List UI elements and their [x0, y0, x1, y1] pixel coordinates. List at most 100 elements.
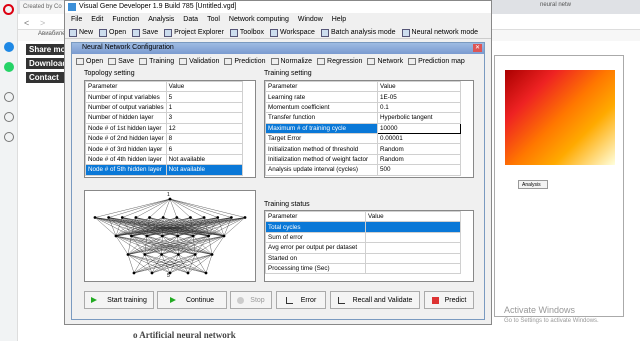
network-node: [175, 216, 179, 219]
topology-param: Node # of 4th hidden layer: [85, 153, 167, 166]
network-node: [160, 234, 164, 238]
status-param: Started on: [265, 252, 366, 264]
training-value[interactable]: 0.00001: [377, 132, 461, 145]
status-header-value: Value: [365, 210, 461, 223]
training-value[interactable]: 10000: [377, 122, 461, 134]
batch-analysis-button[interactable]: Batch analysis mode: [320, 27, 396, 38]
menu-window[interactable]: Window: [298, 16, 323, 23]
topology-value[interactable]: 12: [165, 122, 244, 134]
topology-grid[interactable]: Parameter Value Number of input variables…: [84, 80, 256, 178]
network-node: [189, 216, 192, 219]
network-node: [150, 271, 154, 275]
open-button[interactable]: Open: [99, 27, 126, 38]
predict-button[interactable]: Predict: [424, 291, 474, 309]
continue-button[interactable]: Continue: [157, 291, 227, 309]
heatmap-image: [505, 70, 615, 165]
save-button[interactable]: Save: [132, 27, 158, 38]
menu-file[interactable]: File: [71, 16, 82, 23]
training-value[interactable]: 500: [377, 164, 461, 176]
menu-tool[interactable]: Tool: [207, 16, 220, 23]
workspace-button[interactable]: Workspace: [270, 27, 315, 38]
network-node: [191, 234, 195, 238]
status-value: [365, 242, 461, 254]
network-node: [114, 234, 118, 238]
menu-edit[interactable]: Edit: [91, 16, 103, 23]
forward-arrow-icon[interactable]: >: [40, 18, 45, 28]
network-edge: [169, 198, 218, 218]
status-param: Total cycles: [265, 221, 366, 233]
dlg-open-button[interactable]: Open: [76, 56, 103, 66]
toolbox-button[interactable]: Toolbox: [229, 27, 264, 38]
opera-logo-icon[interactable]: [3, 4, 14, 15]
predict-icon: [431, 296, 439, 304]
map-icon: [408, 57, 417, 65]
network-node: [120, 216, 124, 219]
topology-value[interactable]: 5: [165, 91, 244, 103]
menu-analysis[interactable]: Analysis: [148, 16, 174, 23]
training-value[interactable]: 0.1: [377, 101, 461, 114]
status-value: [365, 231, 461, 244]
toolbox-icon: [229, 28, 238, 37]
heart-icon[interactable]: [4, 132, 14, 142]
network-node: [216, 216, 220, 219]
topology-value[interactable]: 3: [165, 112, 244, 124]
page-caption: o Artificial neural network: [133, 330, 236, 340]
menu-help[interactable]: Help: [332, 16, 346, 23]
stop-button[interactable]: Stop: [230, 291, 272, 309]
search-icon[interactable]: [4, 92, 14, 102]
topology-value[interactable]: 1: [165, 101, 244, 114]
play-icon: [169, 297, 176, 303]
network-edge: [169, 254, 213, 274]
dialog-title: Neural Network Configuration: [72, 43, 484, 54]
menu-data[interactable]: Data: [183, 16, 198, 23]
app-title: Visual Gene Developer 1.9 Build 785 [Unt…: [65, 1, 491, 13]
topology-value[interactable]: Not available: [165, 164, 244, 176]
training-grid[interactable]: Parameter Value Learning rate 1E-05 Moment…: [264, 80, 474, 178]
training-param: Learning rate: [265, 91, 378, 103]
prediction-map-button[interactable]: Prediction map: [408, 56, 465, 66]
topology-value[interactable]: 8: [165, 132, 244, 145]
dlg-save-button[interactable]: Save: [108, 56, 134, 66]
prediction-button[interactable]: Prediction: [224, 56, 266, 66]
batch-icon: [320, 28, 329, 37]
topology-value[interactable]: Not available: [165, 153, 244, 166]
network-node: [126, 253, 130, 256]
training-param: Initialization method of weight factor: [265, 153, 378, 166]
topology-header-param: Parameter: [85, 80, 167, 93]
diagram-bottom-label: 5: [167, 273, 170, 279]
back-arrow-icon[interactable]: <: [24, 18, 29, 28]
training-header-value: Value: [377, 80, 461, 93]
chart-icon: [337, 296, 345, 304]
normalize-button[interactable]: Normalize: [270, 56, 312, 66]
training-value[interactable]: 1E-05: [377, 91, 461, 103]
network-edge: [177, 235, 179, 255]
validation-button[interactable]: Validation: [179, 56, 219, 66]
training-value[interactable]: Random: [377, 153, 461, 166]
error-button[interactable]: Error: [276, 291, 326, 309]
close-icon[interactable]: ✕: [473, 44, 482, 52]
whatsapp-icon[interactable]: [4, 62, 14, 72]
topology-value[interactable]: 6: [165, 143, 244, 155]
menu-function[interactable]: Function: [112, 16, 139, 23]
status-grid[interactable]: Parameter Value Total cycles Sum of error…: [264, 210, 474, 282]
network-edge: [122, 198, 171, 218]
neural-network-mode-button[interactable]: Neural network mode: [401, 27, 478, 38]
network-node: [107, 216, 111, 219]
topology-header-value: Value: [165, 80, 244, 93]
network-edge: [169, 198, 232, 218]
regression-button[interactable]: Regression: [317, 56, 362, 66]
recall-validate-button[interactable]: Recall and Validate: [330, 291, 420, 309]
messenger-icon[interactable]: [4, 42, 14, 52]
training-value[interactable]: Hyperbolic tangent: [377, 112, 461, 124]
network-button[interactable]: Network: [367, 56, 403, 66]
history-icon[interactable]: [4, 112, 14, 122]
training-value[interactable]: Random: [377, 143, 461, 155]
network-edge: [127, 254, 171, 274]
menu-network-computing[interactable]: Network computing: [229, 16, 289, 23]
project-explorer-button[interactable]: Project Explorer: [164, 27, 224, 38]
browser-tab-right[interactable]: neural netw: [540, 2, 571, 8]
training-button[interactable]: Training: [139, 56, 174, 66]
analysis-button[interactable]: Analysis: [518, 180, 548, 189]
start-training-button[interactable]: Start training: [84, 291, 154, 309]
new-button[interactable]: New: [69, 27, 93, 38]
